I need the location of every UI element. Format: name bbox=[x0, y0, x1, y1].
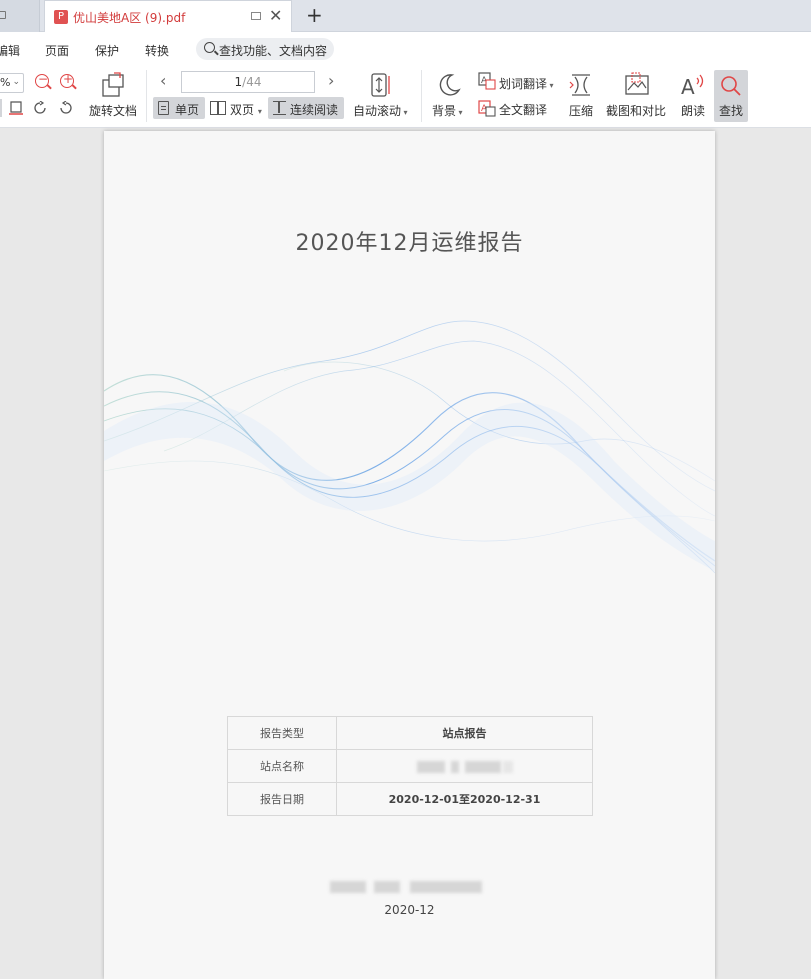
background-button[interactable]: 背景 ▾ bbox=[432, 102, 463, 119]
double-page-icon bbox=[210, 101, 226, 115]
zoom-select[interactable]: % ⌄ bbox=[0, 73, 24, 93]
redacted-company-name bbox=[330, 876, 482, 895]
read-aloud-icon: A bbox=[681, 74, 704, 98]
table-row: 报告类型 站点报告 bbox=[227, 716, 593, 750]
table-key-cell: 站点名称 bbox=[227, 749, 337, 783]
redacted-site-name bbox=[336, 749, 593, 783]
rotate-right-icon[interactable] bbox=[58, 101, 74, 115]
find-search-icon bbox=[721, 76, 741, 96]
find-label: 查找 bbox=[719, 104, 744, 118]
double-page-button[interactable]: 双页 ▾ bbox=[206, 97, 266, 119]
screenshot-compare-button[interactable]: 截图和对比 bbox=[606, 102, 666, 119]
pdf-page: 2020年12月运维报告 报告类型 站点报告 站点名称 报告日期 2020-12… bbox=[104, 131, 715, 979]
auto-scroll-icon bbox=[371, 73, 390, 97]
find-button[interactable]: 查找 bbox=[714, 70, 748, 122]
compress-button[interactable]: 压缩 bbox=[569, 102, 593, 119]
tab-bar: P 优山美地A区 (9).pdf ✕ + bbox=[0, 0, 811, 33]
page-number-input[interactable]: 1/44 bbox=[181, 71, 315, 93]
menu-convert[interactable]: 转换 bbox=[145, 42, 169, 59]
screenshot-compare-icon bbox=[625, 72, 649, 95]
close-tab-icon[interactable]: ✕ bbox=[269, 7, 282, 25]
continuous-read-icon bbox=[273, 101, 286, 115]
single-page-button[interactable]: 单页 bbox=[153, 97, 205, 119]
menu-edit[interactable]: 编辑 bbox=[0, 42, 20, 59]
total-pages: /44 bbox=[242, 75, 262, 89]
moon-icon bbox=[439, 74, 461, 96]
wave-decoration bbox=[104, 320, 715, 574]
table-key-cell: 报告日期 bbox=[227, 782, 337, 816]
rotate-document-button[interactable]: 旋转文档 bbox=[89, 102, 137, 119]
toolbar-divider bbox=[146, 70, 147, 122]
zoom-in-icon[interactable]: + bbox=[60, 72, 74, 88]
word-translate-icon: A bbox=[478, 72, 496, 90]
read-aloud-button[interactable]: 朗读 bbox=[681, 102, 705, 119]
word-translate-button[interactable]: 划词翻译 ▾ bbox=[499, 75, 554, 92]
full-translate-icon: A bbox=[478, 100, 496, 117]
single-page-label: 单页 bbox=[175, 103, 200, 117]
single-page-icon bbox=[158, 101, 169, 115]
double-page-label: 双页 ▾ bbox=[230, 103, 262, 117]
rotate-document-icon bbox=[102, 72, 124, 97]
menu-page[interactable]: 页面 bbox=[45, 42, 69, 59]
report-info-table: 报告类型 站点报告 站点名称 报告日期 2020-12-01至2020-12-3… bbox=[227, 716, 593, 816]
tab-active-document[interactable]: P 优山美地A区 (9).pdf ✕ bbox=[44, 0, 292, 33]
rotate-left-icon[interactable] bbox=[33, 101, 49, 115]
footer-date: 2020-12 bbox=[384, 903, 435, 917]
search-label: 查找功能、文档内容 bbox=[219, 44, 328, 58]
pdf-icon: P bbox=[54, 10, 68, 24]
menu-bar: 编辑 页面 保护 转换 查找功能、文档内容 bbox=[0, 32, 811, 66]
tab-title: 优山美地A区 (9).pdf bbox=[73, 11, 186, 25]
new-tab-button[interactable]: + bbox=[306, 3, 323, 27]
zoom-value: % bbox=[0, 76, 11, 89]
auto-scroll-button[interactable]: 自动滚动 ▾ bbox=[353, 102, 408, 119]
document-title: 2020年12月运维报告 bbox=[295, 231, 524, 256]
function-search[interactable]: 查找功能、文档内容 bbox=[196, 38, 334, 60]
crop-icon[interactable] bbox=[9, 100, 23, 116]
chevron-down-icon: ⌄ bbox=[12, 77, 20, 87]
current-page: 1 bbox=[234, 75, 243, 89]
next-page-icon[interactable]: › bbox=[328, 71, 334, 90]
continuous-read-button[interactable]: 连续阅读 bbox=[268, 97, 344, 119]
table-value-cell: 站点报告 bbox=[336, 716, 593, 750]
toolbar: % ⌄ − + 旋转文档 ‹ 1/44 › 单页 双页 ▾ 连续阅读 自动滚动 … bbox=[0, 66, 811, 128]
window-icon bbox=[0, 11, 6, 19]
table-value-cell: 2020-12-01至2020-12-31 bbox=[336, 782, 593, 816]
menu-protect[interactable]: 保护 bbox=[95, 42, 119, 59]
prev-page-icon[interactable]: ‹ bbox=[160, 71, 166, 90]
table-key-cell: 报告类型 bbox=[227, 716, 337, 750]
previous-tab[interactable] bbox=[0, 0, 40, 32]
table-row: 报告日期 2020-12-01至2020-12-31 bbox=[227, 782, 593, 816]
select-tool-icon[interactable] bbox=[0, 99, 2, 117]
search-icon bbox=[204, 42, 215, 53]
zoom-out-icon[interactable]: − bbox=[35, 72, 49, 88]
continuous-read-label: 连续阅读 bbox=[290, 103, 339, 117]
float-window-icon[interactable] bbox=[251, 12, 261, 20]
full-translate-button[interactable]: 全文翻译 bbox=[499, 101, 547, 118]
compress-icon bbox=[569, 74, 590, 96]
table-row: 站点名称 bbox=[227, 749, 593, 783]
toolbar-divider bbox=[421, 70, 422, 122]
svg-text:A: A bbox=[681, 75, 695, 98]
